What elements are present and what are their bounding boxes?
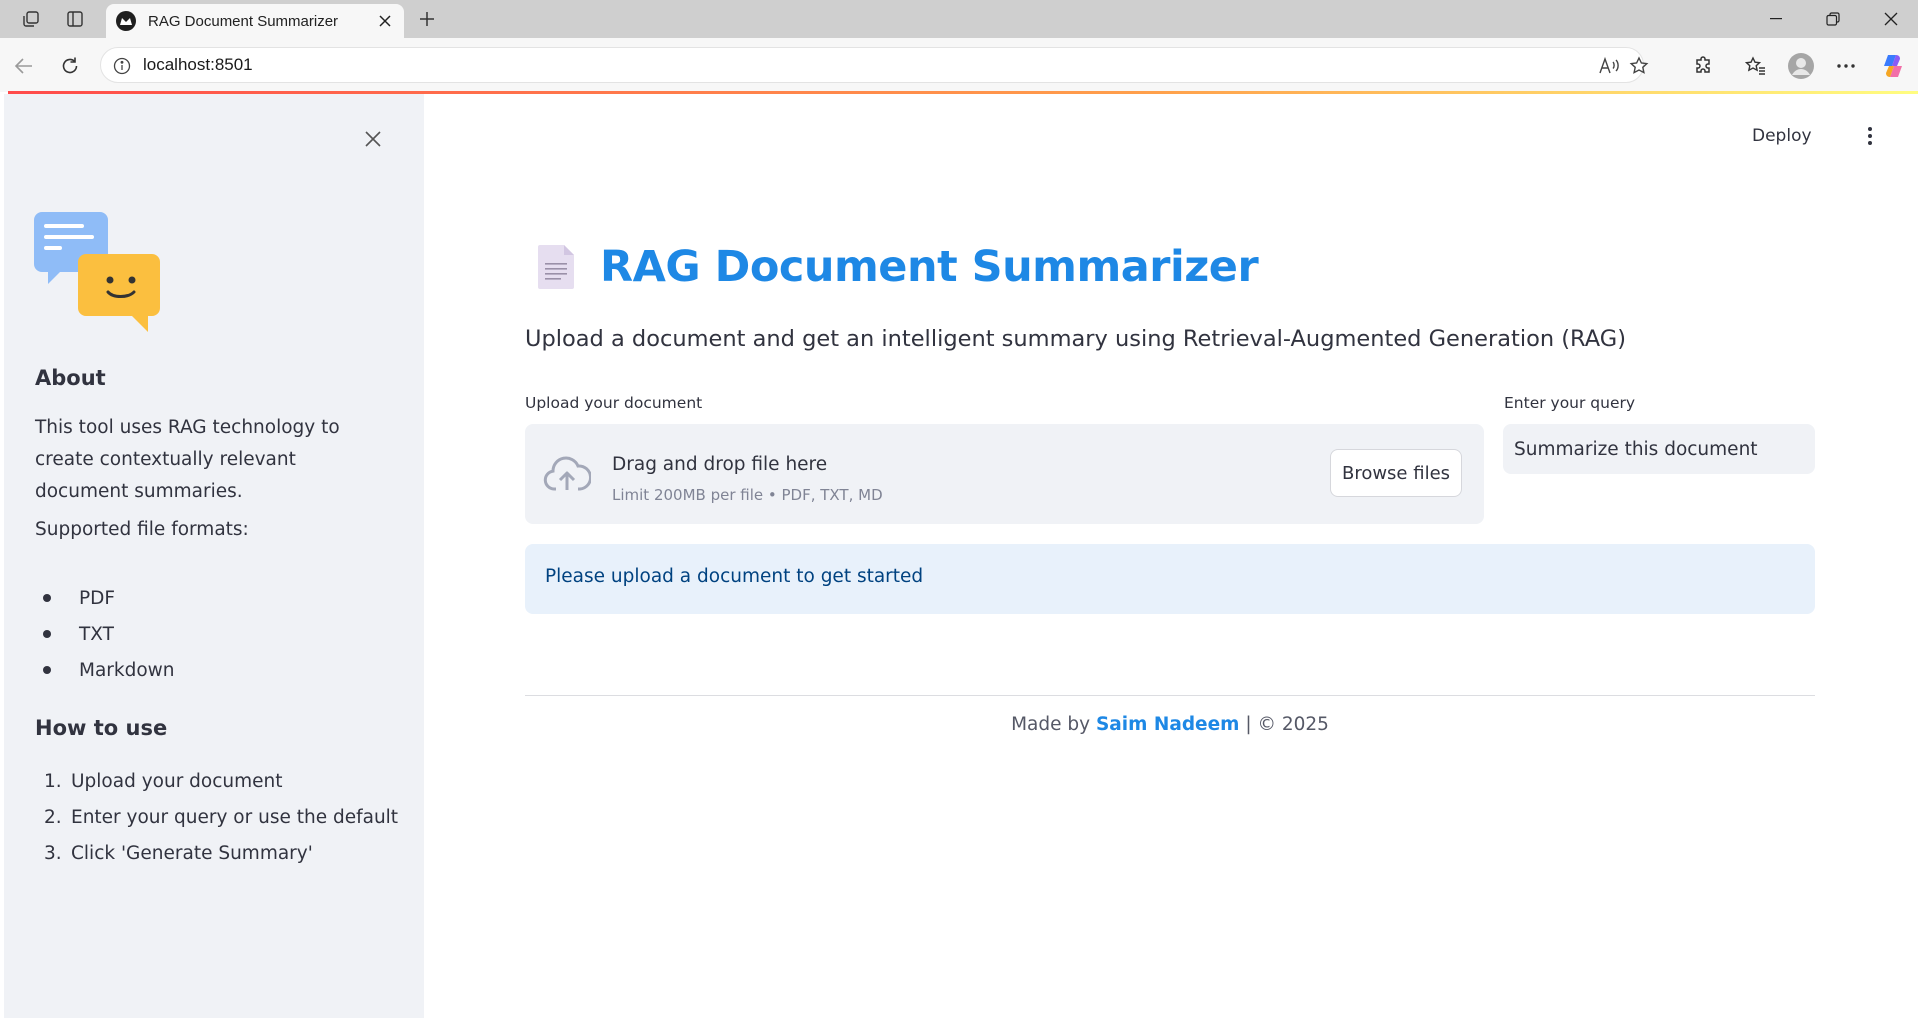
copilot-icon[interactable]: [1878, 51, 1908, 81]
minimize-icon[interactable]: [1753, 0, 1799, 38]
url-text: localhost:8501: [143, 55, 253, 74]
file-dropzone[interactable]: Drag and drop file here Limit 200MB per …: [525, 424, 1484, 524]
footer-prefix: Made by: [1011, 714, 1091, 735]
refresh-icon[interactable]: [56, 52, 84, 80]
new-tab-icon[interactable]: [414, 7, 440, 31]
page-subtitle: Upload a document and get an intelligent…: [525, 326, 1626, 352]
list-item: 3. Click 'Generate Summary': [44, 842, 313, 864]
main-content: Deploy RAG Document Summarizer Upload a …: [424, 94, 1918, 1018]
sidebar-close-icon[interactable]: [358, 124, 388, 154]
site-info-icon[interactable]: [113, 57, 131, 75]
profile-avatar-icon[interactable]: [1786, 51, 1816, 81]
read-aloud-icon[interactable]: [1597, 54, 1621, 78]
list-item: Markdown: [35, 658, 175, 682]
query-label: Enter your query: [1504, 394, 1636, 412]
tab-actions-icon[interactable]: [62, 7, 88, 31]
browser-tab-bar: RAG Document Summarizer: [0, 0, 1918, 38]
streamlit-favicon-icon: [116, 11, 136, 31]
about-heading: About: [35, 366, 106, 390]
page-title: RAG Document Summarizer: [600, 242, 1259, 292]
cloud-upload-icon: [543, 456, 593, 492]
dropzone-text: Drag and drop file here: [612, 454, 828, 475]
footer: Made by Saim Nadeem | © 2025: [525, 714, 1815, 735]
window-close-icon[interactable]: [1868, 0, 1914, 38]
main-menu-icon[interactable]: [1858, 122, 1882, 150]
info-alert: Please upload a document to get started: [525, 544, 1815, 614]
upload-label: Upload your document: [525, 394, 703, 412]
address-bar[interactable]: localhost:8501: [100, 47, 1649, 83]
restore-icon[interactable]: [1810, 0, 1856, 38]
workspaces-icon[interactable]: [18, 7, 44, 31]
chat-bubbles-logo-icon: [34, 212, 166, 336]
dropzone-limit: Limit 200MB per file • PDF, TXT, MD: [612, 486, 883, 504]
favorite-star-icon[interactable]: [1627, 54, 1651, 78]
sidebar: About This tool uses RAG technology to c…: [4, 94, 424, 1018]
list-item: 2. Enter your query or use the default: [44, 806, 399, 828]
how-to-use-heading: How to use: [35, 716, 168, 740]
page-title-row: RAG Document Summarizer: [536, 242, 1259, 292]
document-icon: [536, 243, 578, 291]
browse-files-button[interactable]: Browse files: [1330, 449, 1462, 497]
favorites-icon[interactable]: [1741, 51, 1771, 81]
browser-toolbar: localhost:8501: [0, 38, 1918, 92]
info-message: Please upload a document to get started: [545, 566, 924, 587]
more-options-icon[interactable]: [1831, 51, 1861, 81]
footer-author: Saim Nadeem: [1095, 714, 1240, 735]
deploy-button[interactable]: Deploy: [1748, 120, 1816, 152]
formats-label: Supported file formats:: [35, 519, 249, 540]
footer-suffix: | © 2025: [1245, 714, 1329, 735]
query-input[interactable]: [1503, 424, 1815, 474]
footer-divider: [525, 695, 1815, 696]
tab-title: RAG Document Summarizer: [148, 12, 339, 30]
tab-active[interactable]: RAG Document Summarizer: [106, 4, 404, 38]
about-text: This tool uses RAG technology to create …: [35, 417, 340, 502]
back-icon[interactable]: [10, 52, 38, 80]
tab-close-icon[interactable]: [372, 8, 398, 34]
list-item: PDF: [35, 586, 115, 610]
extensions-icon[interactable]: [1688, 51, 1718, 81]
list-item: 1. Upload your document: [44, 770, 283, 792]
list-item: TXT: [35, 622, 114, 646]
